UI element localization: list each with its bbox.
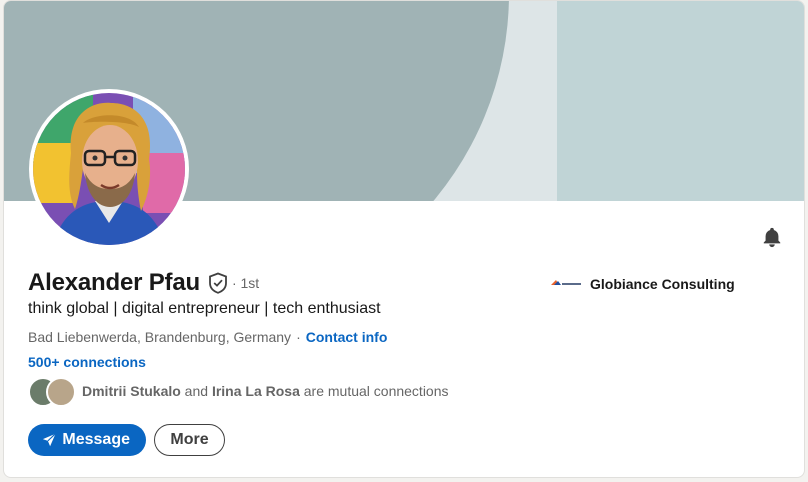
profile-avatar[interactable] xyxy=(29,89,189,249)
notification-bell-button[interactable] xyxy=(760,225,784,249)
mutual-avatars xyxy=(28,377,76,407)
mutual-connections[interactable]: Dmitrii Stukalo and Irina La Rosa are mu… xyxy=(28,377,449,407)
current-company[interactable]: Globiance Consulting xyxy=(550,276,735,292)
profile-location: Bad Liebenwerda, Brandenburg, Germany xyxy=(28,329,292,345)
paper-plane-icon xyxy=(42,433,56,447)
profile-photo xyxy=(33,93,185,245)
profile-actions: Message More xyxy=(28,424,225,456)
connections-link[interactable]: 500+ connections xyxy=(28,354,146,370)
banner-right-panel xyxy=(557,1,804,201)
message-button-label: Message xyxy=(62,431,130,448)
more-button[interactable]: More xyxy=(154,424,225,456)
profile-card: Alexander Pfau · 1st think global | digi… xyxy=(3,0,805,478)
shield-check-icon[interactable] xyxy=(208,272,228,294)
mutual-and: and xyxy=(180,383,212,399)
profile-headline: think global | digital entrepreneur | te… xyxy=(28,300,381,317)
contact-info-link[interactable]: Contact info xyxy=(306,329,388,345)
message-button[interactable]: Message xyxy=(28,424,146,456)
bell-icon xyxy=(763,227,781,248)
profile-name: Alexander Pfau xyxy=(28,269,200,296)
mutual-avatar-2 xyxy=(46,377,76,407)
globiance-logo xyxy=(551,280,581,285)
mutual-person-1: Dmitrii Stukalo xyxy=(82,383,181,399)
profile-name-row: Alexander Pfau · 1st xyxy=(28,269,259,297)
location-separator: · xyxy=(296,329,301,345)
location-row: Bad Liebenwerda, Brandenburg, Germany · … xyxy=(28,329,387,345)
company-name: Globiance Consulting xyxy=(590,276,735,292)
mutual-person-2: Irina La Rosa xyxy=(211,383,300,399)
connection-degree: · 1st xyxy=(231,275,260,291)
mutual-suffix: are mutual connections xyxy=(299,383,449,399)
